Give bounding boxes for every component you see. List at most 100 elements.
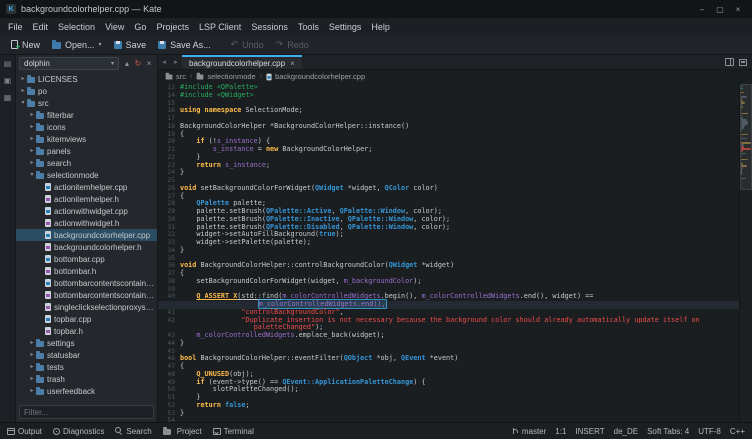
chevron-right-icon[interactable]: ▸ xyxy=(28,364,36,370)
code-line[interactable]: 14#include <QWidget> xyxy=(158,92,739,100)
tree-item-actionwithwidget-h[interactable]: actionwithwidget.h xyxy=(16,217,157,229)
tree-item-bottombar-cpp[interactable]: bottombar.cpp xyxy=(16,253,157,265)
tree-item-search[interactable]: ▸search xyxy=(16,157,157,169)
tree-item-src[interactable]: ▾src xyxy=(16,97,157,109)
code-line[interactable]: 33 widget->setPalette(palette); xyxy=(158,239,739,247)
breadcrumb-backgroundcolorhelper-cpp[interactable]: backgroundcolorhelper.cpp xyxy=(266,72,365,81)
tree-item-selectionmode[interactable]: ▾selectionmode xyxy=(16,169,157,181)
code-line[interactable]: 44} xyxy=(158,340,739,348)
chevron-right-icon[interactable]: ▸ xyxy=(28,376,36,382)
code-line[interactable]: 24} xyxy=(158,169,739,177)
tree-item-po[interactable]: ▸po xyxy=(16,85,157,97)
chevron-right-icon[interactable]: ▸ xyxy=(28,112,36,118)
tree-item-settings[interactable]: ▸settings xyxy=(16,337,157,349)
minimize-button[interactable]: – xyxy=(694,2,710,16)
tab-forward-icon[interactable]: ▸ xyxy=(170,55,182,69)
statusbar-diagnostics-button[interactable]: Diagnostics xyxy=(53,427,104,436)
tree-item-statusbar[interactable]: ▸statusbar xyxy=(16,349,157,361)
code-line[interactable]: 34} xyxy=(158,247,739,255)
tree-item-topbar-cpp[interactable]: topbar.cpp xyxy=(16,313,157,325)
statusbar-search-button[interactable]: Search xyxy=(115,427,151,436)
code-line[interactable]: 43 m_colorControlledWidgets.emplace_back… xyxy=(158,332,739,340)
code-line[interactable]: 26void setBackgroundColorForWidget(QWidg… xyxy=(158,185,739,193)
minimap-visible-region[interactable] xyxy=(740,84,752,190)
menu-edit[interactable]: Edit xyxy=(28,21,54,33)
menu-tools[interactable]: Tools xyxy=(293,21,324,33)
tree-item-userfeedback[interactable]: ▸userfeedback xyxy=(16,385,157,397)
statusbar-soft-tabs-4[interactable]: Soft Tabs: 4 xyxy=(647,427,689,436)
breadcrumb-src[interactable]: src xyxy=(165,72,186,81)
tree-item-topbar-h[interactable]: topbar.h xyxy=(16,325,157,337)
code-line[interactable]: 54 xyxy=(158,417,739,422)
statusbar-master[interactable]: master xyxy=(512,427,546,436)
code-line[interactable]: 18BackgroundColorHelper *BackgroundColor… xyxy=(158,123,739,131)
maximize-button[interactable]: ▢ xyxy=(712,2,728,16)
chevron-right-icon[interactable]: ▸ xyxy=(28,136,36,142)
tree-item-licenses[interactable]: ▸LICENSES xyxy=(16,73,157,85)
save-as-button[interactable]: Save As... xyxy=(153,38,216,52)
statusbar-output-button[interactable]: Output xyxy=(7,427,42,436)
tree-item-bottombarcontentscontainer-cpp[interactable]: bottombarcontentscontainer.cpp xyxy=(16,277,157,289)
save-button[interactable]: Save xyxy=(109,38,152,52)
documents-icon[interactable]: ▤ xyxy=(4,60,12,68)
filter-input[interactable] xyxy=(24,408,149,417)
code-line[interactable]: 50 slotPaletteChanged(); xyxy=(158,386,739,394)
statusbar-de-de[interactable]: de_DE xyxy=(614,427,638,436)
code-lines[interactable]: 13#include <QPalette>14#include <QWidget… xyxy=(158,83,739,422)
new-button[interactable]: New xyxy=(6,38,45,52)
menu-file[interactable]: File xyxy=(3,21,28,33)
tree-item-actionitemhelper-cpp[interactable]: actionitemhelper.cpp xyxy=(16,181,157,193)
projects-icon[interactable]: ▣ xyxy=(4,77,12,85)
tree-item-trash[interactable]: ▸trash xyxy=(16,373,157,385)
tree-item-bottombarcontentscontainer-h[interactable]: bottombarcontentscontainer.h xyxy=(16,289,157,301)
tree-item-filterbar[interactable]: ▸filterbar xyxy=(16,109,157,121)
filesystem-browser-icon[interactable]: ▦ xyxy=(4,94,12,102)
menu-help[interactable]: Help xyxy=(366,21,395,33)
code-line[interactable]: 52 return false; xyxy=(158,402,739,410)
chevron-right-icon[interactable]: ▸ xyxy=(28,340,36,346)
tab-backgroundcolorhelper[interactable]: backgroundcolorhelper.cpp × xyxy=(182,55,302,69)
menu-sessions[interactable]: Sessions xyxy=(246,21,293,33)
tree-item-singleclickselectionproxystyle-h[interactable]: singleclickselectionproxystyle.h xyxy=(16,301,157,313)
reload-icon[interactable]: ↻ xyxy=(133,60,143,68)
project-selector[interactable]: dolphin ▾ xyxy=(19,57,119,70)
chevron-right-icon[interactable]: ▸ xyxy=(28,148,36,154)
tree-item-icons[interactable]: ▸icons xyxy=(16,121,157,133)
close-button[interactable]: × xyxy=(730,2,746,16)
tree-item-actionitemhelper-h[interactable]: actionitemhelper.h xyxy=(16,193,157,205)
tab-back-icon[interactable]: ◂ xyxy=(158,55,170,69)
statusbar-insert[interactable]: INSERT xyxy=(575,427,604,436)
chevron-down-icon[interactable]: ▾ xyxy=(28,172,36,178)
tree-item-panels[interactable]: ▸panels xyxy=(16,145,157,157)
menu-projects[interactable]: Projects xyxy=(151,21,194,33)
code-line[interactable]: 46bool BackgroundColorHelper::eventFilte… xyxy=(158,355,739,363)
tree-item-backgroundcolorhelper-cpp[interactable]: backgroundcolorhelper.cpp xyxy=(16,229,157,241)
statusbar-1-1[interactable]: 1:1 xyxy=(555,427,566,436)
code-line[interactable]: 36void BackgroundColorHelper::controlBac… xyxy=(158,262,739,270)
tree-item-kitemviews[interactable]: ▸kitemviews xyxy=(16,133,157,145)
chevron-right-icon[interactable]: ▸ xyxy=(19,76,27,82)
split-view-icon[interactable] xyxy=(725,58,734,66)
chevron-right-icon[interactable]: ▸ xyxy=(28,160,36,166)
up-icon[interactable]: ▴ xyxy=(122,60,132,68)
chevron-right-icon[interactable]: ▸ xyxy=(28,352,36,358)
menu-go[interactable]: Go xyxy=(129,21,151,33)
statusbar-utf-8[interactable]: UTF-8 xyxy=(698,427,721,436)
close-icon[interactable]: × xyxy=(144,60,154,68)
redo-button[interactable]: ↷Redo xyxy=(271,38,314,52)
tree-item-actionwithwidget-cpp[interactable]: actionwithwidget.cpp xyxy=(16,205,157,217)
tree-item-tests[interactable]: ▸tests xyxy=(16,361,157,373)
minimap-scrollbar[interactable] xyxy=(739,83,752,422)
breadcrumb-selectionmode[interactable]: selectionmode xyxy=(196,72,255,81)
code-line[interactable]: 23 return s_instance; xyxy=(158,162,739,170)
statusbar-project-button[interactable]: Project xyxy=(163,427,202,436)
code-line[interactable]: 53} xyxy=(158,410,739,418)
chevron-right-icon[interactable]: ▸ xyxy=(28,388,36,394)
tab-close-icon[interactable]: × xyxy=(290,59,295,68)
menu-settings[interactable]: Settings xyxy=(324,21,367,33)
title-bar[interactable]: K backgroundcolorhelper.cpp — Kate –▢× xyxy=(0,0,752,18)
statusbar-c[interactable]: C++ xyxy=(730,427,745,436)
code-line[interactable]: 38 setBackgroundColorForWidget(widget, m… xyxy=(158,278,739,286)
menu-view[interactable]: View xyxy=(100,21,129,33)
open-button[interactable]: Open...▾ xyxy=(47,38,107,52)
